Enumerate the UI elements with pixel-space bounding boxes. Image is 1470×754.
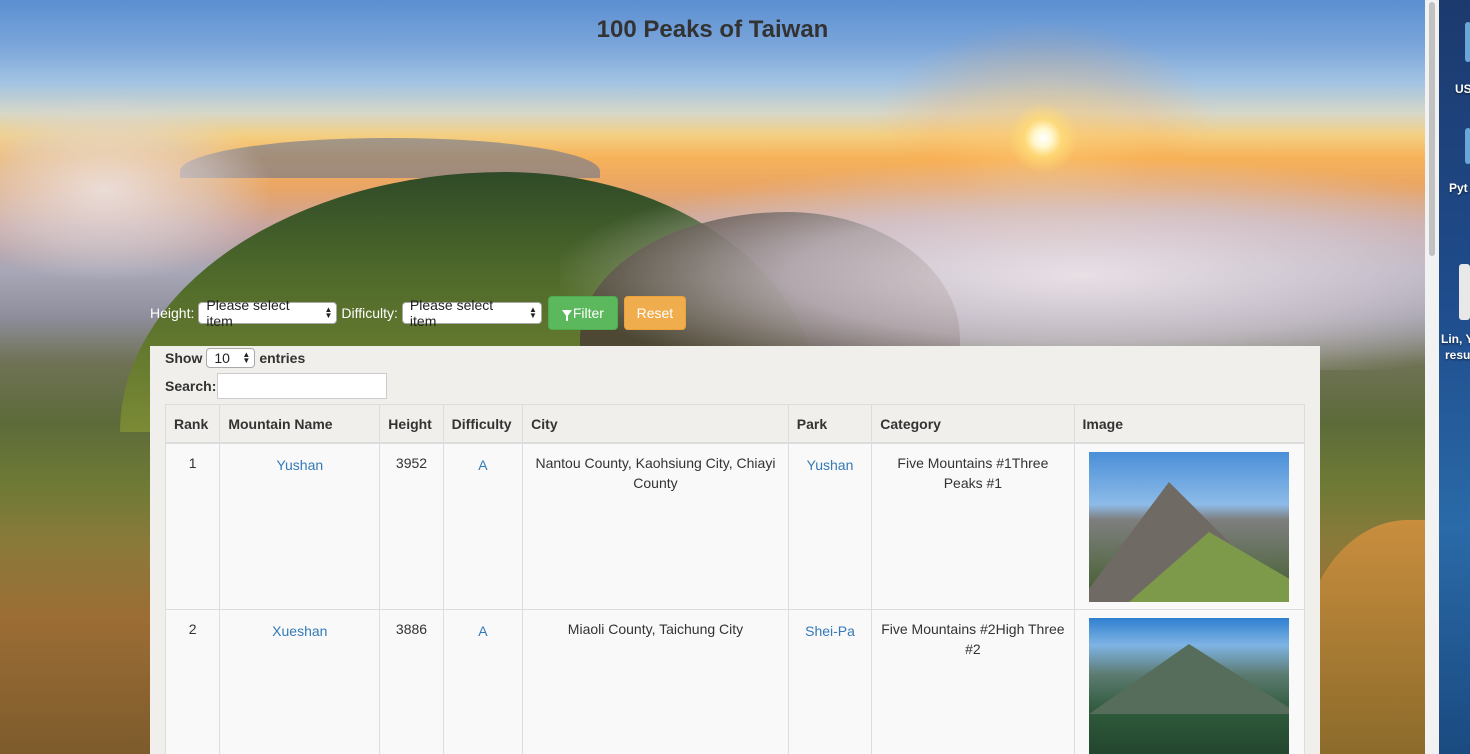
desktop-strip: US Pyt Lin, Y resu: [1439, 0, 1470, 754]
filter-icon: [561, 309, 572, 321]
difficulty-label: Difficulty:: [341, 305, 398, 321]
park-link[interactable]: Shei-Pa: [787, 609, 873, 754]
sea-of-clouds: [560, 160, 1425, 370]
height-cell: 3952: [379, 442, 444, 610]
peaks-table: Rank Mountain Name Height Difficulty Cit…: [164, 404, 1306, 754]
column-header-image[interactable]: Image: [1073, 404, 1306, 444]
table-row: 1 Yushan 3952 A Nantou County, Kaohsiung…: [164, 442, 1306, 610]
photo-slope: [1129, 532, 1290, 602]
column-header-category[interactable]: Category: [871, 404, 1075, 444]
sun: [1008, 103, 1078, 173]
table-panel: Show 10 ▲ ▼ entries Search: Rank Mountain…: [150, 346, 1320, 754]
entries-control: Show 10 ▲ ▼ entries: [165, 348, 305, 368]
entries-select-value: 10: [214, 350, 230, 366]
filter-bar: Height: Please select item ▲ ▼ Difficulty…: [150, 296, 690, 330]
background-scenery: 100 Peaks of Taiwan Height: Please selec…: [0, 0, 1425, 754]
folder-icon[interactable]: [1465, 22, 1470, 62]
height-select-value: Please select item: [206, 297, 290, 329]
mountain-name-link[interactable]: Xueshan: [219, 609, 381, 754]
page-title: 100 Peaks of Taiwan: [596, 16, 829, 43]
mountain-name-link[interactable]: Yushan: [219, 442, 381, 610]
search-control: Search:: [165, 373, 388, 399]
desktop-label[interactable]: Lin, Y: [1441, 332, 1470, 346]
rank-cell: 1: [164, 442, 221, 610]
desktop-label[interactable]: Pyt: [1449, 181, 1468, 195]
rank-cell: 2: [164, 609, 221, 754]
desktop-label[interactable]: resu: [1445, 348, 1470, 362]
height-select[interactable]: Please select item ▲ ▼: [198, 297, 338, 329]
category-cell: Five Mountains #1Three Peaks #1: [871, 442, 1075, 610]
image-cell: [1073, 442, 1306, 610]
table-header-row: Rank Mountain Name Height Difficulty Cit…: [164, 404, 1306, 444]
select-arrows-icon: ▲ ▼: [324, 305, 333, 320]
desktop-label[interactable]: US: [1455, 82, 1470, 96]
city-cell: Nantou County, Kaohsiung City, Chiayi Co…: [522, 442, 789, 610]
column-header-city[interactable]: City: [522, 404, 789, 444]
mountain-photo: [1089, 452, 1290, 602]
difficulty-link[interactable]: A: [442, 609, 524, 754]
search-input[interactable]: [217, 373, 388, 399]
folder-icon[interactable]: [1465, 128, 1470, 164]
entries-label: entries: [259, 350, 306, 366]
city-cell: Miaoli County, Taichung City: [522, 609, 789, 754]
image-cell: [1073, 609, 1306, 754]
column-header-difficulty[interactable]: Difficulty: [442, 404, 524, 444]
park-link[interactable]: Yushan: [787, 442, 873, 610]
select-arrows-icon: ▲ ▼: [242, 350, 251, 365]
photo-ridge: [1089, 644, 1290, 714]
reset-button[interactable]: Reset: [623, 296, 686, 330]
entries-select[interactable]: 10 ▲ ▼: [206, 348, 256, 368]
column-header-mountain-name[interactable]: Mountain Name: [219, 404, 381, 444]
mountain-photo: [1089, 618, 1290, 754]
height-label: Height:: [150, 305, 195, 321]
column-header-park[interactable]: Park: [787, 404, 873, 444]
filter-button[interactable]: Filter: [547, 296, 618, 330]
show-label: Show: [165, 350, 203, 366]
height-cell: 3886: [379, 609, 444, 754]
column-header-rank[interactable]: Rank: [164, 404, 221, 444]
difficulty-link[interactable]: A: [442, 442, 524, 610]
table-row: 2 Xueshan 3886 A Miaoli County, Taichung…: [164, 609, 1306, 754]
category-cell: Five Mountains #2High Three #2: [871, 609, 1075, 754]
select-arrows-icon: ▲ ▼: [528, 305, 537, 320]
document-icon[interactable]: [1459, 264, 1470, 320]
column-header-height[interactable]: Height: [379, 404, 444, 444]
difficulty-select-value: Please select item: [409, 297, 494, 329]
difficulty-select[interactable]: Please select item ▲ ▼: [401, 297, 542, 329]
search-label: Search:: [165, 378, 217, 394]
filter-button-label: Filter: [572, 305, 604, 321]
page-scrollbar-thumb[interactable]: [1429, 2, 1435, 256]
